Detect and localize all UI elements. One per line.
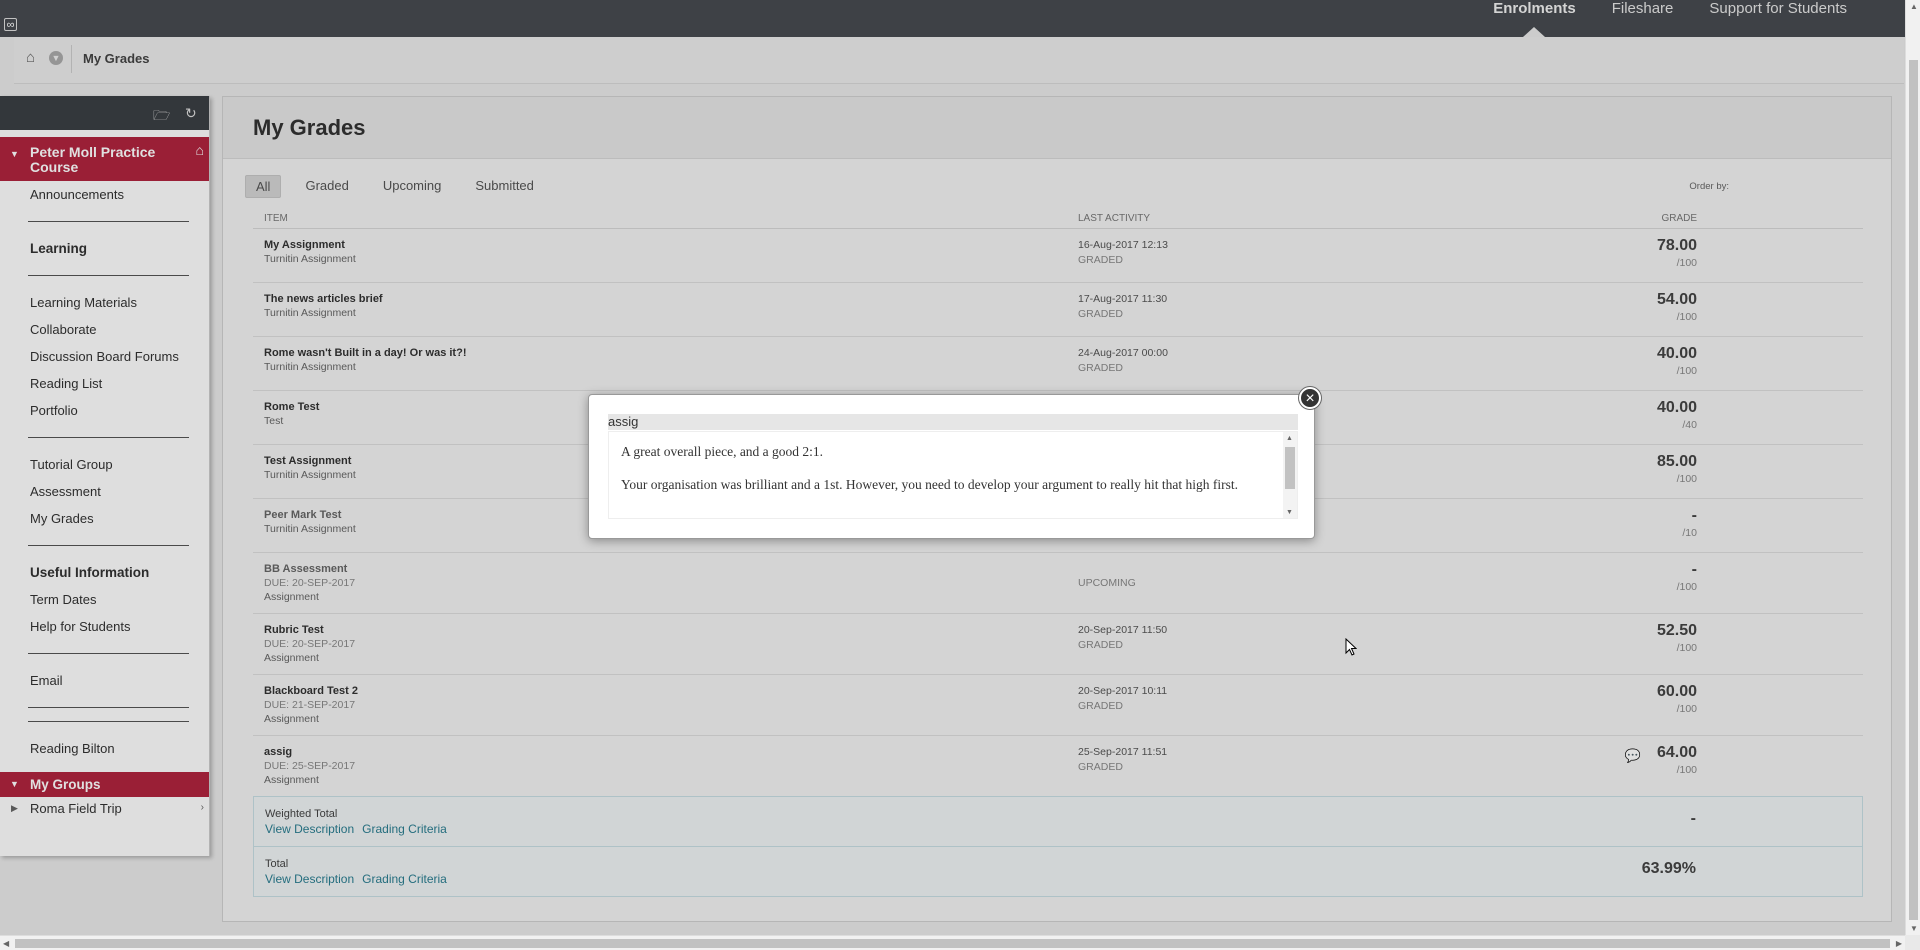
dialog-scrollbar[interactable]: ▲ ▼ — [1283, 432, 1297, 518]
dialog-title: assig — [608, 414, 1298, 430]
vertical-scroll-thumb[interactable] — [1909, 60, 1918, 920]
feedback-dialog: × assig A great overall piece, and a goo… — [588, 387, 1321, 539]
page-vertical-scrollbar[interactable]: ▲ ▼ — [1905, 0, 1920, 935]
scroll-right-icon[interactable]: ▶ — [1896, 939, 1902, 948]
scroll-left-icon[interactable]: ◀ — [3, 939, 9, 948]
close-icon[interactable]: × — [1299, 387, 1321, 409]
mouse-cursor-icon — [1345, 638, 1357, 656]
scroll-up-icon[interactable]: ▲ — [1286, 434, 1293, 442]
scroll-up-icon[interactable]: ▲ — [1910, 2, 1918, 11]
horizontal-scroll-thumb[interactable] — [15, 939, 1890, 948]
feedback-text-area[interactable]: A great overall piece, and a good 2:1. Yo… — [608, 431, 1298, 519]
scroll-down-icon[interactable]: ▼ — [1910, 924, 1918, 933]
scroll-down-icon[interactable]: ▼ — [1286, 508, 1293, 516]
page-horizontal-scrollbar[interactable]: ◀ ▶ — [0, 935, 1905, 950]
feedback-paragraph: A great overall piece, and a good 2:1. — [621, 444, 824, 459]
feedback-text: A great overall piece, and a good 2:1. Yo… — [609, 432, 1297, 494]
dialog-scroll-thumb[interactable] — [1285, 447, 1295, 489]
feedback-paragraph: Your organisation was brilliant and a 1s… — [621, 477, 1238, 492]
